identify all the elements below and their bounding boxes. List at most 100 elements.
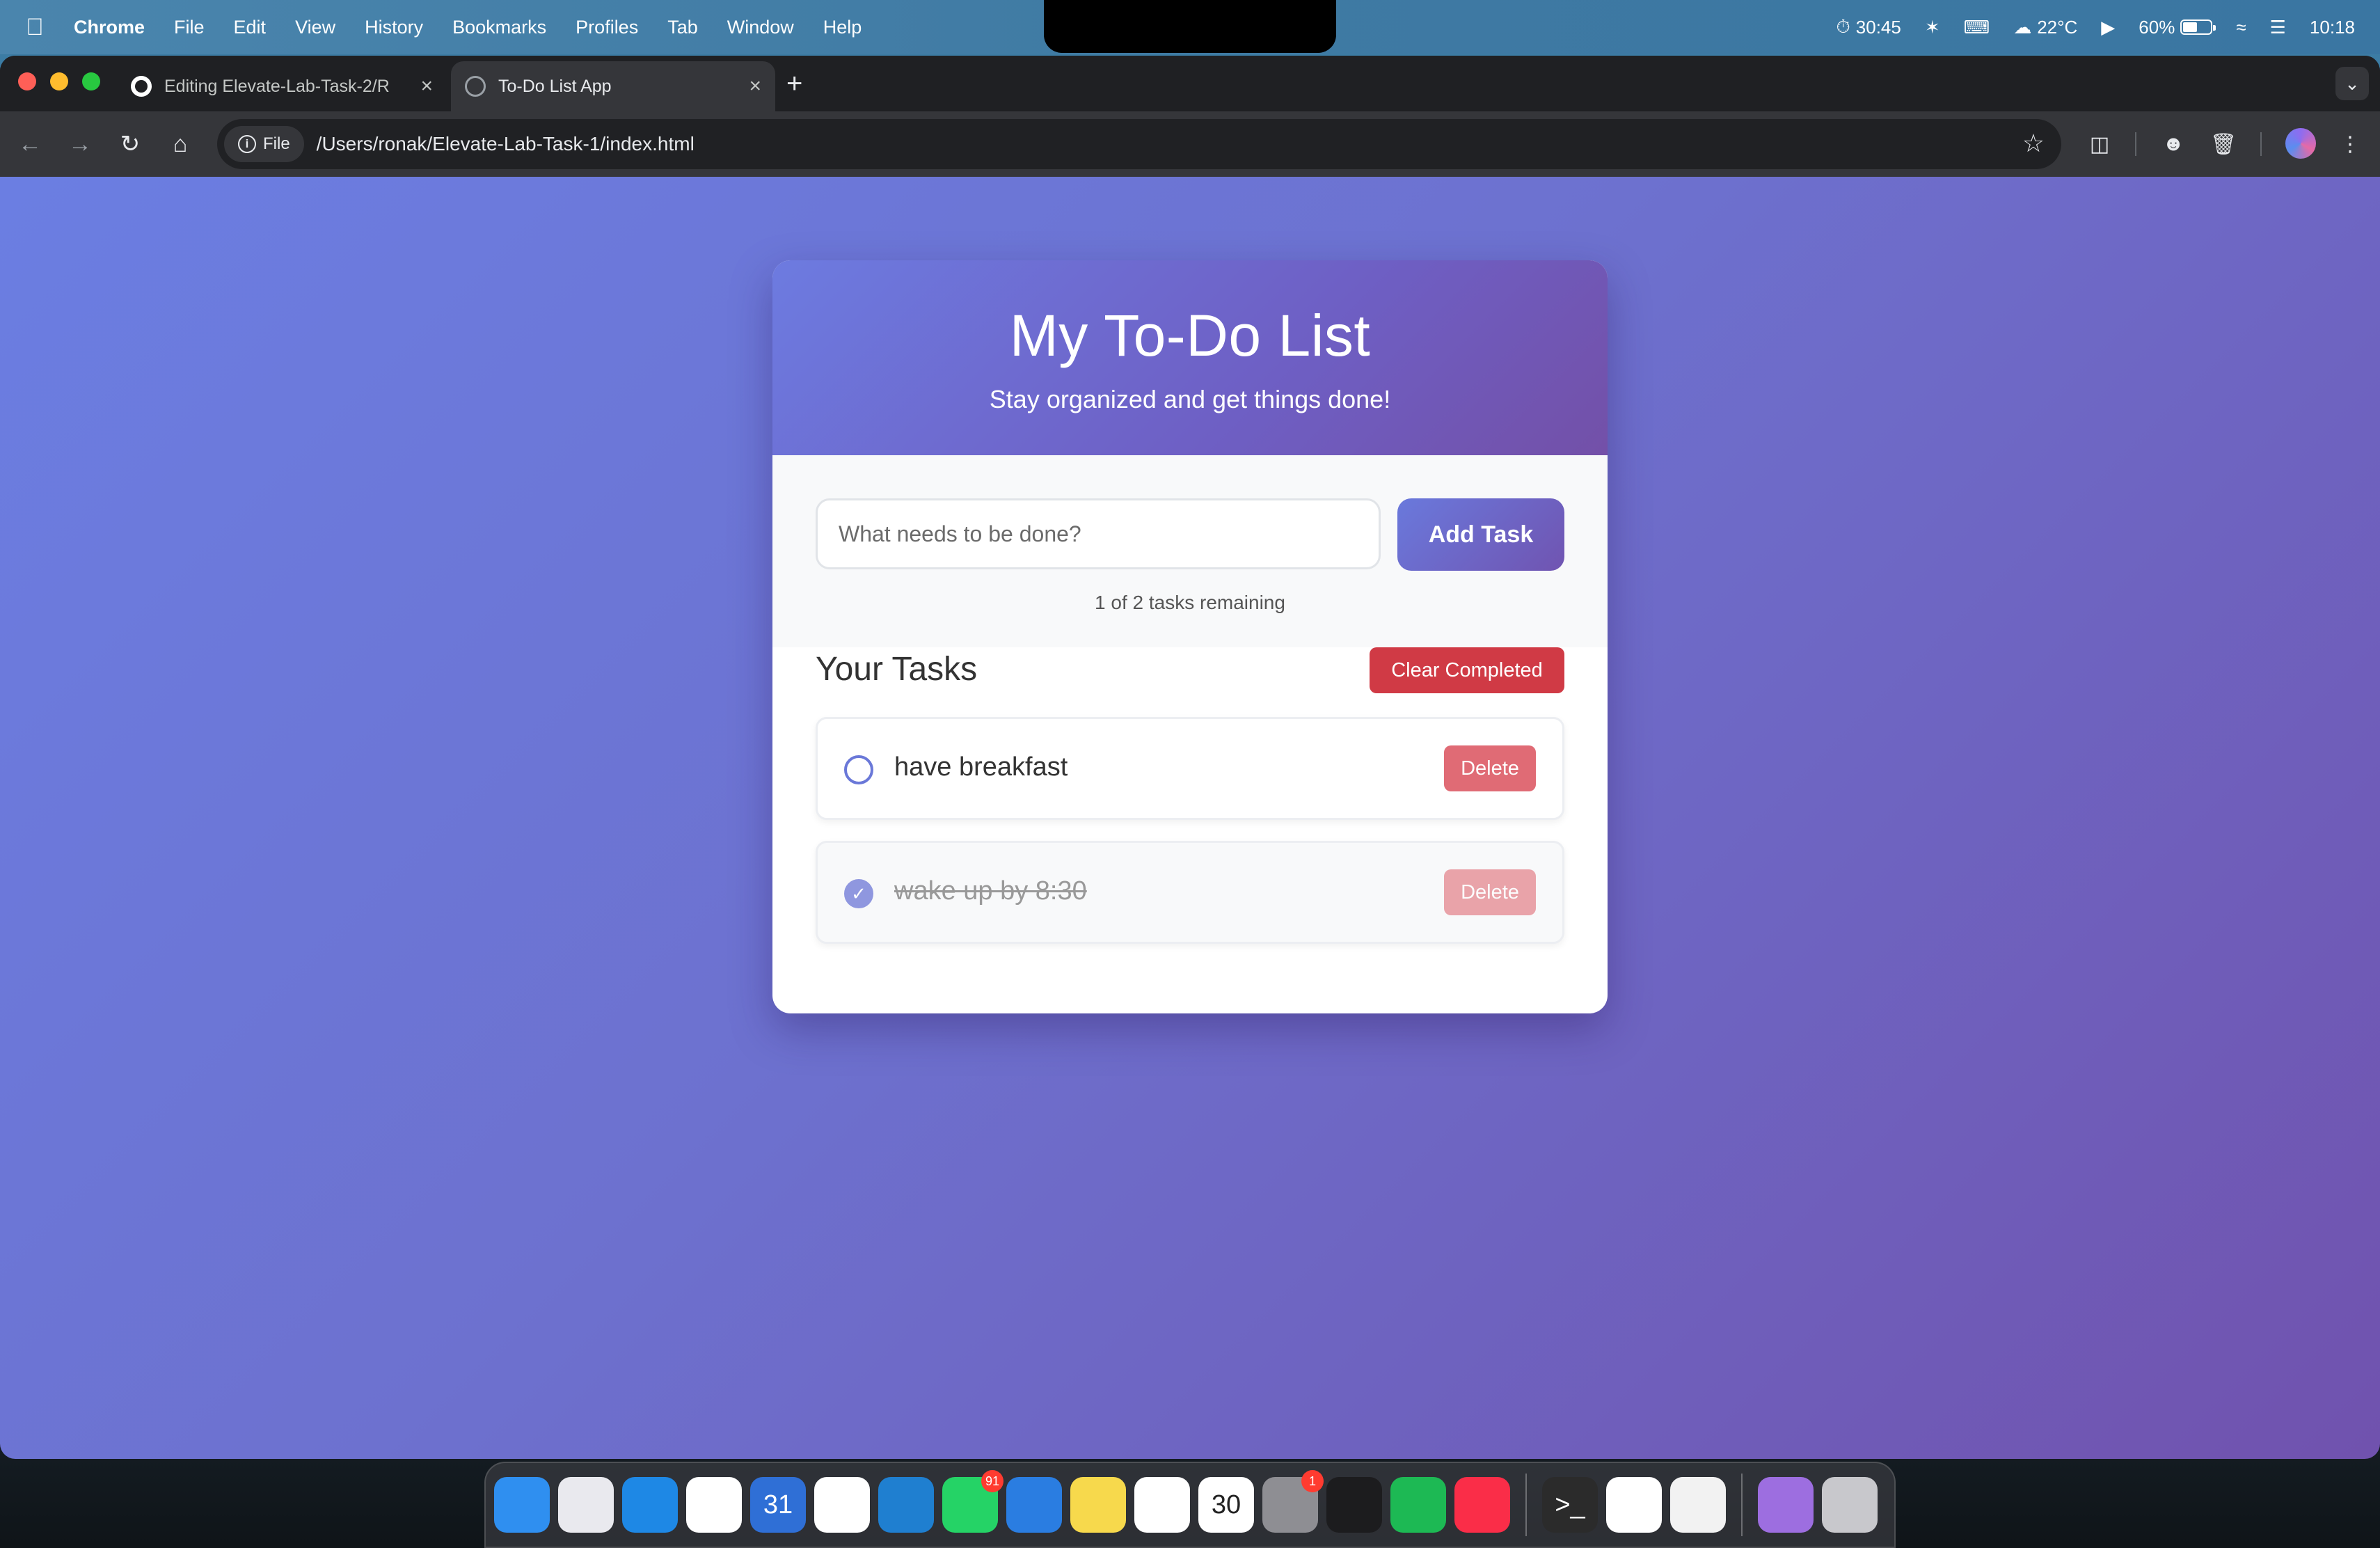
camera-notch (1044, 0, 1336, 53)
tasks-heading: Your Tasks (816, 651, 978, 688)
timer-text: 30:45 (1855, 16, 1901, 38)
delete-task-button[interactable]: Delete (1444, 869, 1536, 915)
tab-editing[interactable]: Editing Elevate-Lab-Task-2/R × (117, 61, 447, 111)
now-playing-icon[interactable]: ▶ (2101, 17, 2115, 38)
globe-icon (465, 76, 486, 97)
extensions-icon[interactable]: ◫ (2082, 127, 2117, 161)
finder-icon[interactable] (494, 1477, 550, 1533)
battery-status[interactable]: 60% (2139, 16, 2216, 38)
vscode-icon[interactable] (878, 1477, 934, 1533)
tab-title: Editing Elevate-Lab-Task-2/R (164, 76, 390, 96)
task-item: have breakfast Delete (816, 717, 1564, 820)
home-icon[interactable]: ⌂ (163, 127, 198, 161)
battery-icon (2180, 19, 2216, 35)
url-text[interactable]: /Users/ronak/Elevate-Lab-Task-1/index.ht… (317, 133, 695, 155)
wifi-icon[interactable]: ≈ (2236, 17, 2246, 38)
notification-badge: 1 (1301, 1470, 1324, 1492)
window-controls (18, 72, 100, 90)
bookmark-star-icon[interactable]: ☆ (2022, 129, 2045, 158)
control-center-icon[interactable]: ☰ (2270, 17, 2286, 38)
close-window-button[interactable] (18, 72, 36, 90)
spotify-icon[interactable] (1390, 1477, 1446, 1533)
zoom-window-button[interactable] (82, 72, 100, 90)
weather-status[interactable]: ☁ 22°C (2013, 17, 2077, 38)
trash-icon[interactable] (1822, 1477, 1878, 1533)
tab-search-icon[interactable]: ⌄ (2335, 67, 2369, 100)
tab-title: To-Do List App (498, 76, 612, 96)
task-counter: 1 of 2 tasks remaining (1095, 592, 1285, 613)
cloud-icon: ☁ (2013, 16, 2032, 38)
play-icon[interactable] (1134, 1477, 1190, 1533)
chrome-icon[interactable] (686, 1477, 742, 1533)
dock: 31 91 30 1 >_ (484, 1462, 1896, 1548)
delete-icon[interactable]: 🗑 (2206, 127, 2241, 161)
music-icon[interactable] (1454, 1477, 1510, 1533)
back-icon[interactable]: ← (13, 127, 47, 161)
menu-bookmarks[interactable]: Bookmarks (438, 17, 561, 38)
apple-icon[interactable]:  (0, 14, 70, 41)
whatsapp-icon[interactable]: 91 (942, 1470, 1003, 1533)
tasks-icon[interactable] (1006, 1477, 1062, 1533)
menu-profiles[interactable]: Profiles (561, 17, 653, 38)
calendar-icon[interactable]: 31 (750, 1477, 806, 1533)
notification-badge: 91 (981, 1470, 1003, 1492)
launchpad-icon[interactable] (558, 1477, 614, 1533)
tab-todo-app[interactable]: To-Do List App × (451, 61, 775, 111)
task-text[interactable]: wake up by 8:30 (894, 876, 1087, 906)
menu-window[interactable]: Window (713, 17, 809, 38)
clock-text[interactable]: 10:18 (2310, 17, 2355, 38)
delete-task-button[interactable]: Delete (1444, 745, 1536, 791)
clock-icon[interactable] (1670, 1477, 1726, 1533)
weather-text: 22°C (2037, 16, 2078, 38)
menu-edit[interactable]: Edit (219, 17, 281, 38)
notes-icon[interactable] (1070, 1477, 1126, 1533)
task-checkbox-checked[interactable]: ✓ (844, 879, 873, 908)
info-icon: i (238, 135, 256, 153)
menu-app-name[interactable]: Chrome (70, 17, 159, 38)
terminal-icon[interactable]: >_ (1542, 1477, 1598, 1533)
settings-icon[interactable]: 1 (1262, 1470, 1324, 1533)
input-section: Add Task 1 of 2 tasks remaining (772, 455, 1608, 647)
clear-completed-button[interactable]: Clear Completed (1370, 647, 1564, 693)
safari-icon[interactable] (622, 1477, 678, 1533)
new-tab-button[interactable]: + (786, 68, 802, 100)
app-header: My To-Do List Stay organized and get thi… (772, 260, 1608, 455)
profile-avatar-icon[interactable] (2285, 128, 2316, 159)
focus-icon[interactable]: ✶ (1925, 17, 1940, 38)
keyboard-icon[interactable]: ⌨ (1964, 17, 1990, 38)
menu-help[interactable]: Help (809, 17, 877, 38)
forward-icon[interactable]: → (63, 127, 97, 161)
menu-tab[interactable]: Tab (653, 17, 713, 38)
close-tab-icon[interactable]: × (420, 74, 433, 98)
page-viewport: My To-Do List Stay organized and get thi… (0, 177, 2380, 1459)
address-bar[interactable]: i File /Users/ronak/Elevate-Lab-Task-1/i… (217, 119, 2061, 169)
activity-monitor-icon[interactable] (1326, 1477, 1382, 1533)
calendar-date-icon[interactable]: 30 (1198, 1477, 1254, 1533)
task-text[interactable]: have breakfast (894, 752, 1068, 782)
incognito-icon[interactable]: ☻ (2156, 127, 2191, 161)
gmail-icon[interactable] (814, 1477, 870, 1533)
add-task-button[interactable]: Add Task (1397, 498, 1564, 571)
close-tab-icon[interactable]: × (749, 74, 761, 98)
chatgpt-icon[interactable] (1606, 1477, 1662, 1533)
menu-file[interactable]: File (159, 17, 219, 38)
battery-text: 60% (2139, 16, 2175, 38)
browser-toolbar: ← → ↻ ⌂ i File /Users/ronak/Elevate-Lab-… (0, 111, 2380, 177)
menu-history[interactable]: History (350, 17, 438, 38)
folder-icon[interactable] (1758, 1477, 1814, 1533)
dock-icon-label: 31 (763, 1490, 793, 1519)
timer-status[interactable]: ⏱ 30:45 (1836, 16, 1901, 38)
task-checkbox[interactable] (844, 755, 873, 784)
tab-strip: Editing Elevate-Lab-Task-2/R × To-Do Lis… (0, 56, 2380, 111)
task-input[interactable] (816, 498, 1381, 569)
site-info-chip[interactable]: i File (224, 126, 304, 162)
toolbar-divider (2135, 132, 2136, 156)
reload-icon[interactable]: ↻ (113, 127, 148, 161)
github-icon (131, 76, 152, 97)
dock-divider (1525, 1474, 1527, 1536)
minimize-window-button[interactable] (50, 72, 68, 90)
dock-icon-label: >_ (1555, 1490, 1585, 1519)
menu-view[interactable]: View (280, 17, 350, 38)
dock-divider (1741, 1474, 1743, 1536)
more-menu-icon[interactable]: ⋮ (2333, 127, 2367, 161)
